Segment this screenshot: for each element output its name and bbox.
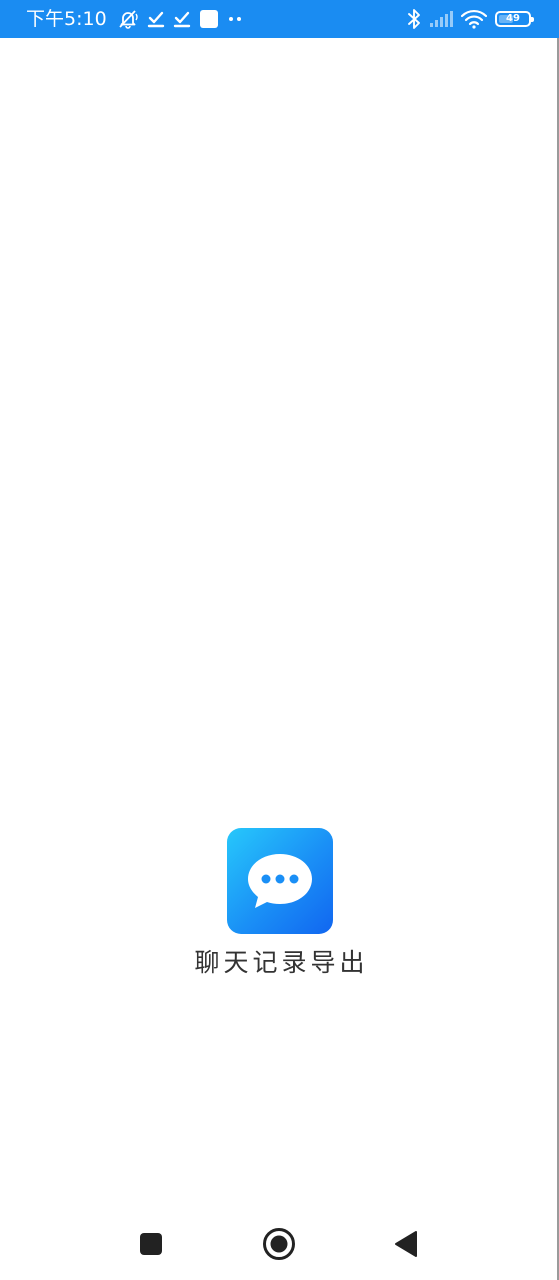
more-dots-icon [227,0,243,38]
recents-square-icon [140,1233,162,1255]
battery-tip [531,17,534,22]
battery-icon: 49 [495,11,534,27]
splash-screen: 下午5:10 49 聊天记录导出 [0,0,559,1280]
download-done-icon [173,0,191,38]
home-circle-icon [263,1228,295,1260]
app-logo [226,828,333,934]
splash-brand: 聊天记录导出 [0,828,559,978]
navigation-bar [0,1210,559,1276]
status-bar-left: 下午5:10 [26,0,243,38]
recents-button[interactable] [133,1226,169,1262]
home-button[interactable] [261,1226,297,1262]
app-name: 聊天记录导出 [194,948,369,977]
battery-level: 49 [506,13,520,24]
download-done-icon [147,0,165,38]
status-bar: 下午5:10 49 [0,0,559,38]
chat-bubble-icon [247,854,312,908]
status-bar-right: 49 [407,0,534,38]
wifi-icon [461,0,487,38]
mute-bell-icon [117,0,139,38]
square-notification-icon [199,0,219,38]
back-button[interactable] [388,1226,424,1262]
cellular-signal-icon [429,0,453,38]
bluetooth-icon [407,0,421,38]
status-time: 下午5:10 [26,8,107,30]
back-triangle-icon [395,1231,417,1257]
